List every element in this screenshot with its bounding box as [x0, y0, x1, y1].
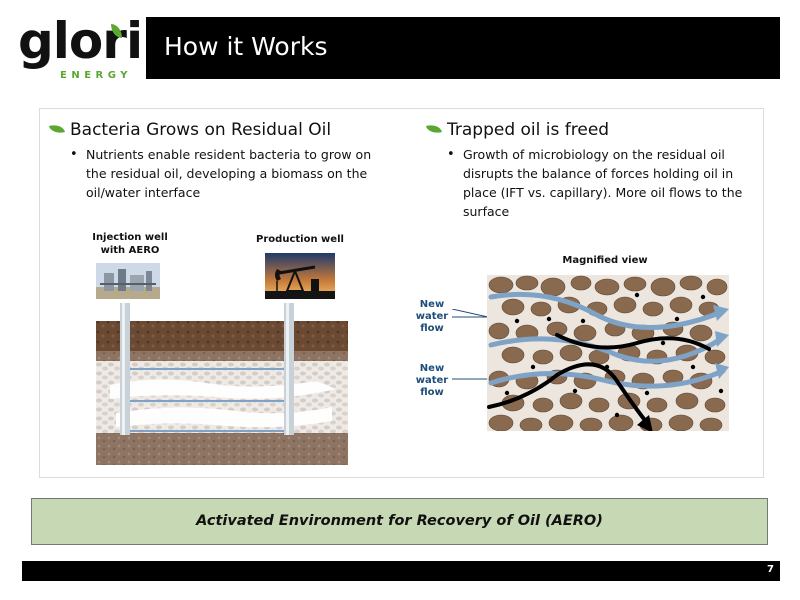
right-bullet: • Growth of microbiology on the residual…	[425, 145, 755, 221]
left-column: Bacteria Grows on Residual Oil • Nutrien…	[48, 119, 378, 202]
aero-text: Activated Environment for Recovery of Oi…	[196, 513, 603, 529]
left-bullet: • Nutrients enable resident bacteria to …	[48, 145, 378, 202]
glori-energy-logo: glori ENERGY	[14, 14, 143, 84]
new-water-flow-label-1: New water flow	[415, 299, 449, 334]
content-panel: Bacteria Grows on Residual Oil • Nutrien…	[39, 108, 764, 478]
new-water-flow-label-2: New water flow	[415, 363, 449, 398]
injection-well-label-line2: with AERO	[100, 245, 160, 256]
magnified-view-label: Magnified view	[562, 255, 648, 266]
production-well-photo	[265, 253, 335, 299]
production-well-label: Production well	[256, 234, 344, 245]
leaf-bullet-icon	[425, 122, 443, 136]
right-heading-text: Trapped oil is freed	[447, 120, 610, 140]
right-heading: Trapped oil is freed	[425, 119, 755, 141]
right-bullet-text: Growth of microbiology on the residual o…	[463, 147, 743, 219]
bullet-dot-icon: •	[447, 147, 455, 162]
left-bullet-text: Nutrients enable resident bacteria to gr…	[86, 147, 372, 200]
injection-well-label: Injection well with AERO	[88, 231, 172, 257]
magnified-pore-diagram	[487, 275, 729, 431]
left-heading-text: Bacteria Grows on Residual Oil	[70, 120, 332, 140]
right-column: Trapped oil is freed • Growth of microbi…	[425, 119, 755, 221]
page-title: How it Works	[164, 32, 328, 61]
reservoir-cross-section	[96, 303, 348, 465]
footer-bar: 7	[22, 561, 780, 581]
title-bar: How it Works	[146, 17, 780, 79]
left-heading: Bacteria Grows on Residual Oil	[48, 119, 378, 141]
leaf-bullet-icon	[48, 122, 66, 136]
injection-well-photo	[96, 263, 160, 299]
logo-subtitle: ENERGY	[60, 70, 132, 81]
logo-wordmark: glori	[18, 12, 143, 70]
injection-well-label-line1: Injection well	[92, 232, 168, 243]
page-number: 7	[767, 564, 774, 575]
bullet-dot-icon: •	[70, 147, 78, 162]
aero-banner: Activated Environment for Recovery of Oi…	[31, 498, 768, 545]
flow-pointer-lines	[452, 309, 489, 380]
